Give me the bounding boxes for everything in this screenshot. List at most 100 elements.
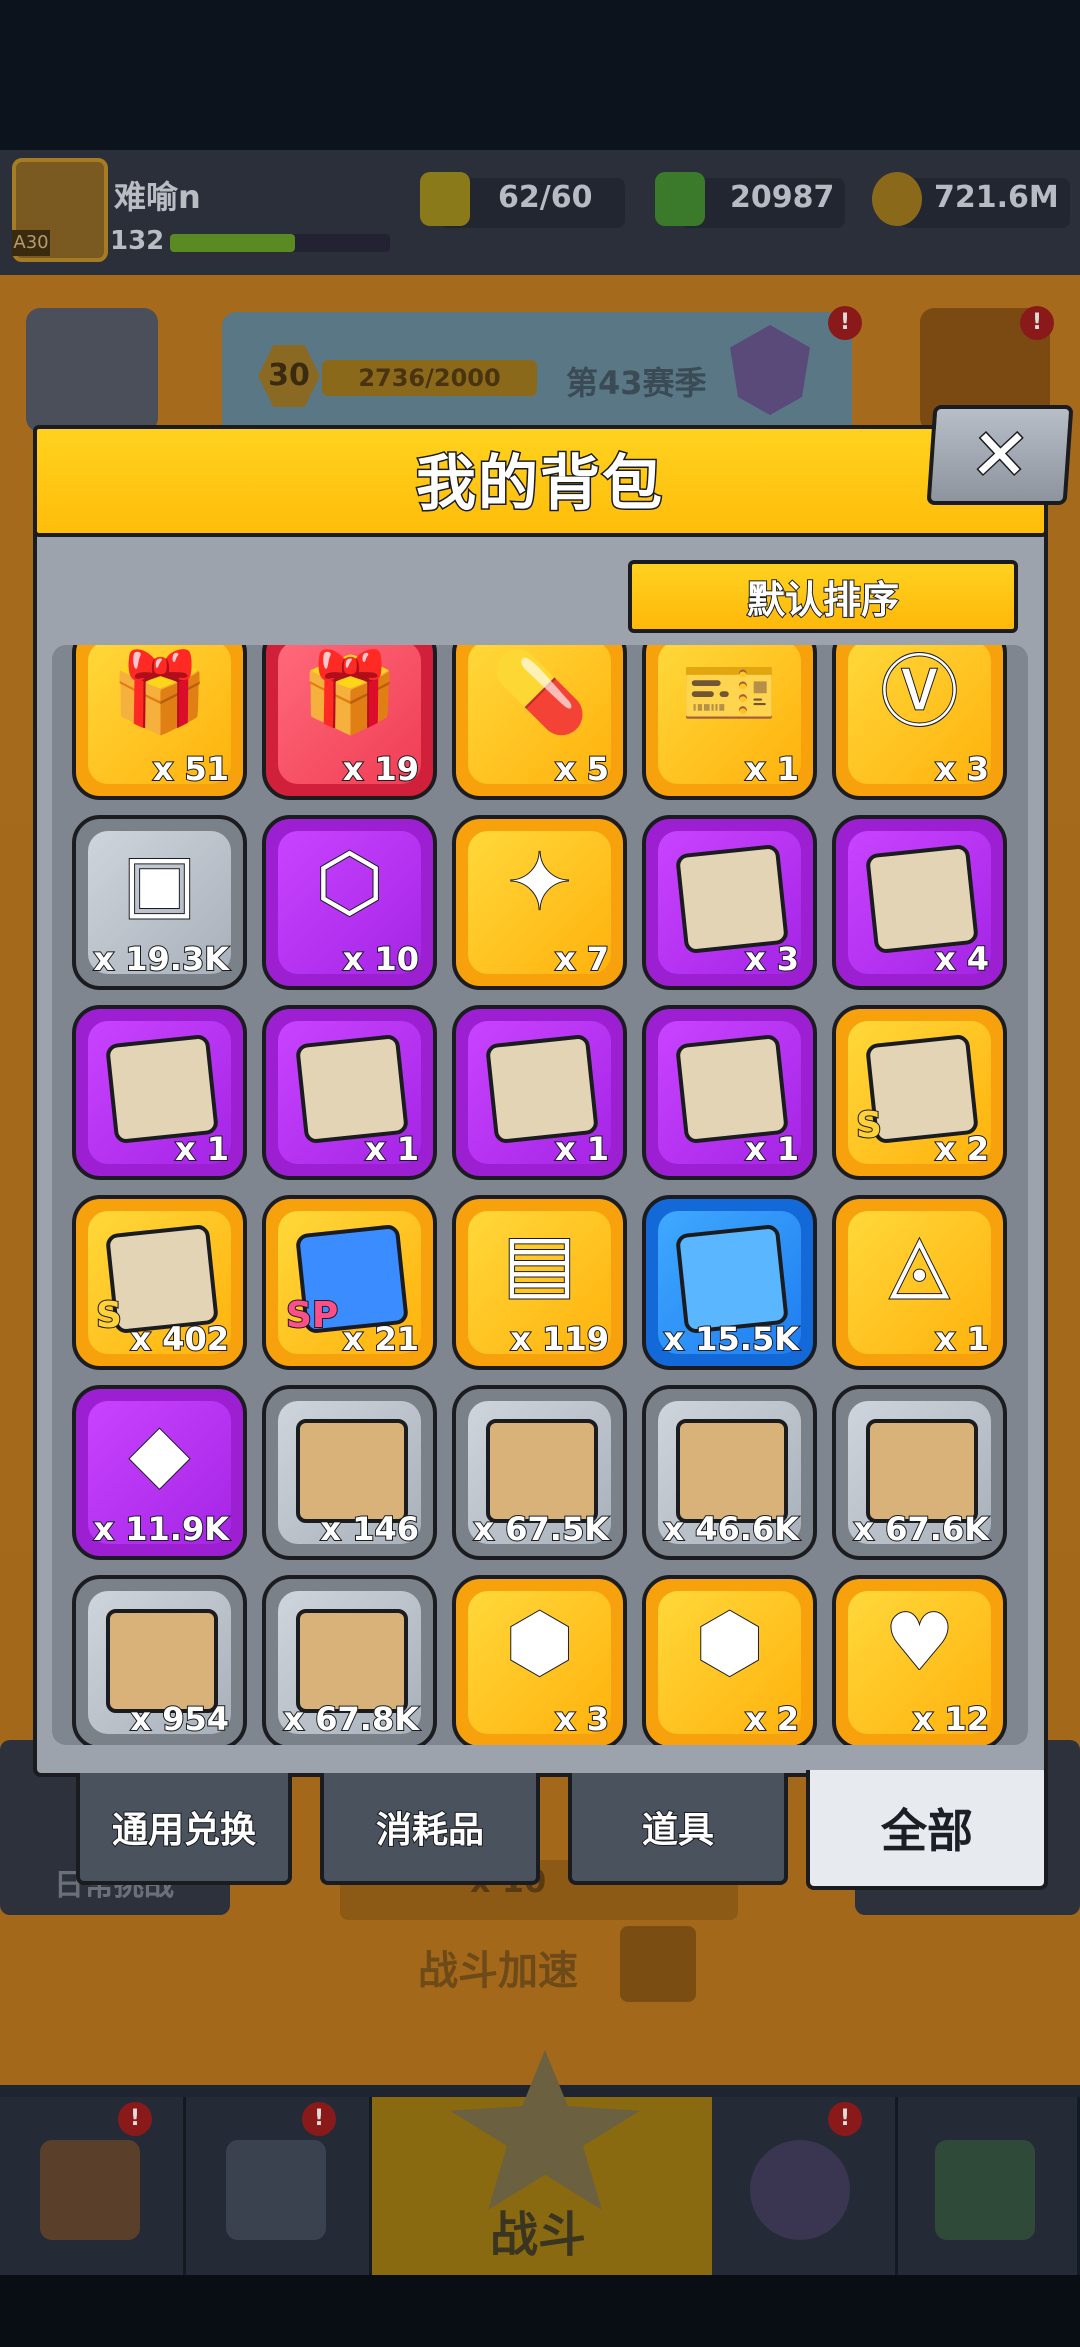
pistol-blueprint-icon — [296, 1419, 408, 1523]
inventory-slot[interactable]: x 1 — [452, 1005, 627, 1180]
hero-puzzle-icon — [485, 1033, 599, 1145]
s-hero-puzzle-icon — [105, 1223, 219, 1335]
treasure-chest-icon: ▤ — [502, 1217, 578, 1309]
item-count: x 954 — [129, 1699, 230, 1739]
tab-label: 消耗品 — [375, 1809, 485, 1852]
close-button[interactable]: ✕ — [926, 405, 1074, 505]
inventory-slot[interactable]: x 1 — [642, 1005, 817, 1180]
boots-blueprint-icon — [296, 1609, 408, 1713]
inventory-slot[interactable]: 🎁 x 51 — [72, 645, 247, 800]
season-label: 第43赛季 — [566, 364, 707, 402]
menu-button[interactable] — [26, 308, 158, 432]
inventory-slot[interactable]: 💊 x 5 — [452, 645, 627, 800]
item-count: x 10 — [342, 939, 420, 979]
tab-all[interactable]: 全部 — [806, 1770, 1048, 1890]
item-count: x 2 — [744, 1699, 800, 1739]
item-count: x 19.3K — [92, 939, 230, 979]
inventory-slot[interactable]: x 15.5K — [642, 1195, 817, 1370]
inventory-slot[interactable]: ⬢ x 2 — [642, 1575, 817, 1745]
item-count: x 15.5K — [662, 1319, 800, 1359]
gold-value: 721.6M — [934, 180, 1059, 215]
capsule-pill-icon: 💊 — [490, 647, 589, 739]
energy-value: 62/60 — [498, 180, 593, 215]
armor-blueprint-icon — [486, 1419, 598, 1523]
tier-mark: SP — [285, 1294, 339, 1337]
item-count: x 19 — [342, 749, 420, 789]
inventory-slot[interactable]: x 4 — [832, 815, 1007, 990]
inventory-slot[interactable]: x 3 — [642, 815, 817, 990]
gold-chest-arrow-icon: ⬢ — [694, 1597, 764, 1689]
item-count: x 1 — [934, 1319, 990, 1359]
inventory-slot[interactable]: x 1 — [262, 1005, 437, 1180]
item-count: x 1 — [744, 749, 800, 789]
hero-puzzle-icon — [675, 843, 789, 955]
item-count: x 46.6K — [662, 1509, 800, 1549]
belt-blueprint-icon — [866, 1419, 978, 1523]
item-count: x 21 — [342, 1319, 420, 1359]
tab-general-exchange[interactable]: 通用兑换 — [76, 1773, 292, 1885]
inventory-grid[interactable]: 🎁 x 51 🎁 x 19 💊 x 5 🎫 x 1 Ⓥx 3 ▣ x 19.3K ⬡ x 10 ✦ x 7 x… — [52, 645, 1028, 1745]
necklace-blueprint-icon — [676, 1419, 788, 1523]
inventory-slot[interactable]: ⬢ x 3 — [452, 1575, 627, 1745]
tier-mark: S — [95, 1294, 123, 1337]
inventory-slot[interactable]: x 67.5K — [452, 1385, 627, 1560]
item-count: x 5 — [554, 749, 610, 789]
inventory-slot[interactable]: 🎁 x 19 — [262, 645, 437, 800]
gold-coin-icon[interactable] — [872, 172, 922, 226]
gems-value: 20987 — [730, 180, 835, 215]
inventory-slot[interactable]: 🎫 x 1 — [642, 645, 817, 800]
tab-label: 全部 — [881, 1804, 973, 1858]
battle-speed-label: 战斗加速 — [418, 1948, 578, 1994]
item-count: x 1 — [744, 1129, 800, 1169]
inventory-slot[interactable]: Sx 402 — [72, 1195, 247, 1370]
inventory-slot[interactable]: Ⓥx 3 — [832, 645, 1007, 800]
hero-puzzle-icon — [295, 1033, 409, 1145]
inventory-slot[interactable]: Sx 2 — [832, 1005, 1007, 1180]
gift-box-icon: 🎁 — [110, 647, 209, 739]
item-count: x 4 — [934, 939, 990, 979]
shop-icon — [40, 2140, 140, 2240]
metal-cube-icon: ▣ — [122, 837, 198, 929]
tab-label: 通用兑换 — [111, 1809, 257, 1852]
player-sub-value: 132 — [110, 226, 165, 256]
inventory-slot[interactable]: ▣ x 19.3K — [72, 815, 247, 990]
purple-gem-icon: ◆ — [129, 1407, 191, 1499]
battle-label: 战斗 — [490, 2207, 587, 2263]
season-progress: 2736/2000 — [322, 360, 537, 396]
inventory-slot[interactable]: ⬡ x 10 — [262, 815, 437, 990]
hero-puzzle-icon — [865, 843, 979, 955]
inventory-slot[interactable]: x 146 — [262, 1385, 437, 1560]
inventory-slot[interactable]: x 1 — [72, 1005, 247, 1180]
tab-props[interactable]: 道具 — [568, 1773, 788, 1885]
inventory-slot[interactable]: x 67.6K — [832, 1385, 1007, 1560]
armor-icon — [226, 2140, 326, 2240]
item-count: x 3 — [744, 939, 800, 979]
inventory-slot[interactable]: x 46.6K — [642, 1385, 817, 1560]
sort-button[interactable]: 默认排序 — [628, 560, 1018, 633]
inventory-slot[interactable]: ◬ x 1 — [832, 1195, 1007, 1370]
item-count: x 12 — [912, 1699, 990, 1739]
energy-icon[interactable] — [420, 172, 470, 226]
energy-canister-icon: ⬡ — [314, 837, 384, 929]
tab-label: 道具 — [641, 1809, 715, 1852]
glove-blueprint-icon — [106, 1609, 218, 1713]
inventory-slot[interactable]: ♥ x 12 — [832, 1575, 1007, 1745]
tier-mark: S — [855, 1104, 883, 1147]
inventory-slot[interactable]: x 67.8K — [262, 1575, 437, 1745]
gem-icon[interactable] — [655, 172, 705, 226]
tab-consumables[interactable]: 消耗品 — [320, 1773, 540, 1885]
heroes-icon — [750, 2140, 850, 2240]
hero-puzzle-icon — [675, 1033, 789, 1145]
gold-chest-icon: ⬢ — [504, 1597, 574, 1689]
inventory-slot[interactable]: ◆ x 11.9K — [72, 1385, 247, 1560]
inventory-slot[interactable]: ▤ x 119 — [452, 1195, 627, 1370]
item-count: x 402 — [129, 1319, 230, 1359]
battle-speed-toggle[interactable] — [620, 1926, 696, 2002]
item-count: x 119 — [509, 1319, 610, 1359]
game-screen: A30 难喻n 132 62/60 20987 721.6M 30 2736/2… — [0, 0, 1080, 2347]
inventory-slot[interactable]: x 954 — [72, 1575, 247, 1745]
inventory-slot[interactable]: ✦ x 7 — [452, 815, 627, 990]
blue-puzzle-icon — [675, 1223, 789, 1335]
item-count: x 3 — [554, 1699, 610, 1739]
inventory-slot[interactable]: SP x 21 — [262, 1195, 437, 1370]
